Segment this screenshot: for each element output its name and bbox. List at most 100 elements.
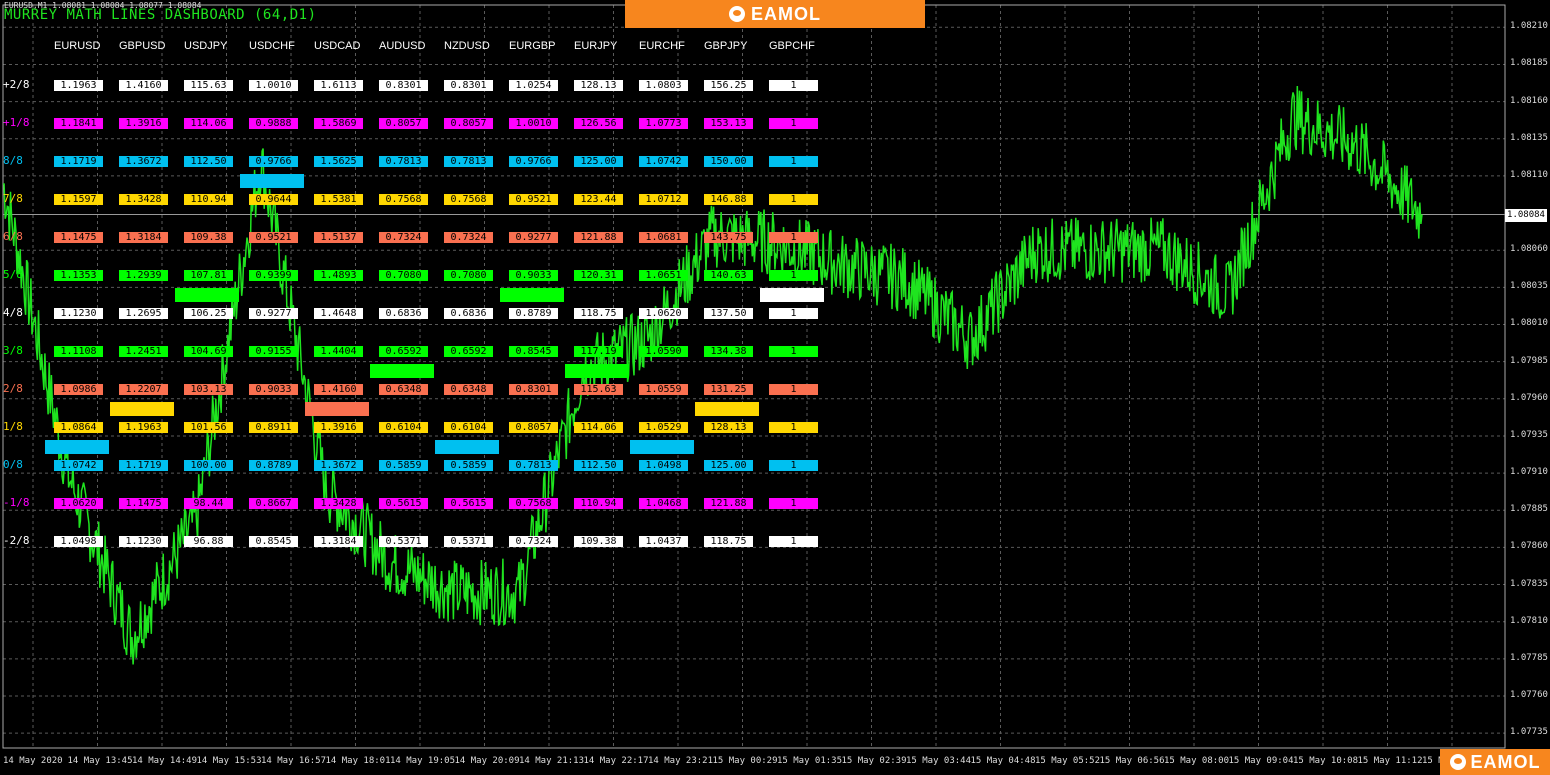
level-value-cell: 0.6348 [379, 384, 428, 395]
level-value-cell: 1.2695 [119, 308, 168, 319]
price-tick-label: 1.07785 [1510, 652, 1548, 663]
time-tick-label: 14 May 15:53 [196, 756, 262, 766]
level-value-cell: 1.1597 [54, 194, 103, 205]
price-tick-label: 1.08185 [1510, 58, 1548, 69]
level-value-cell: 1.0498 [54, 536, 103, 547]
price-tick-label: 1.07910 [1510, 467, 1548, 478]
time-tick-label: 14 May 14:49 [132, 756, 198, 766]
price-tick-label: 1.07860 [1510, 541, 1548, 552]
price-tick-label: 1.07985 [1510, 355, 1548, 366]
current-price-marker [110, 402, 174, 416]
level-value-cell: 0.5615 [379, 498, 428, 509]
level-value-cell: 1.1230 [119, 536, 168, 547]
brand-banner-top[interactable]: EAMOL [625, 0, 925, 28]
level-value-cell: 114.06 [574, 422, 623, 433]
time-tick-label: 15 May 04:48 [970, 756, 1036, 766]
level-value-cell: 1 [769, 232, 818, 243]
level-value-cell: 114.06 [184, 118, 233, 129]
level-value-cell: 0.7813 [509, 460, 558, 471]
current-price-marker [175, 288, 239, 302]
level-value-cell: 0.7080 [444, 270, 493, 281]
level-value-cell: 1 [769, 422, 818, 433]
level-value-cell: 150.00 [704, 156, 753, 167]
level-value-cell: 1.1475 [119, 498, 168, 509]
level-label: 4/8 [3, 306, 23, 319]
level-value-cell: 121.88 [574, 232, 623, 243]
time-tick-label: 15 May 10:08 [1293, 756, 1359, 766]
time-tick-label: 14 May 20:09 [454, 756, 520, 766]
current-price-marker [370, 364, 434, 378]
level-value-cell: 1.1108 [54, 346, 103, 357]
time-tick-label: 15 May 01:35 [777, 756, 843, 766]
level-value-cell: 0.9155 [249, 346, 298, 357]
level-value-cell: 1.1230 [54, 308, 103, 319]
symbol-header: USDCHF [249, 40, 295, 52]
level-value-cell: 1.1841 [54, 118, 103, 129]
level-value-cell: 1.5137 [314, 232, 363, 243]
level-value-cell: 1.0742 [639, 156, 688, 167]
level-value-cell: 0.7324 [509, 536, 558, 547]
time-tick-label: 14 May 2020 [3, 756, 63, 766]
level-value-cell: 0.9277 [249, 308, 298, 319]
level-value-cell: 1.0986 [54, 384, 103, 395]
current-price-marker [630, 440, 694, 454]
price-tick-label: 1.08060 [1510, 244, 1548, 255]
level-value-cell: 0.9766 [249, 156, 298, 167]
level-value-cell: 115.63 [184, 80, 233, 91]
level-value-cell: 1 [769, 384, 818, 395]
level-value-cell: 0.8911 [249, 422, 298, 433]
symbol-header: USDCAD [314, 40, 361, 52]
level-value-cell: 1 [769, 156, 818, 167]
level-label: +1/8 [3, 116, 30, 129]
price-tick-label: 1.07885 [1510, 504, 1548, 515]
time-tick-label: 15 May 02:39 [841, 756, 907, 766]
level-value-cell: 1.3428 [119, 194, 168, 205]
level-value-cell: 1.0559 [639, 384, 688, 395]
time-tick-label: 14 May 22:17 [583, 756, 649, 766]
level-label: +2/8 [3, 78, 30, 91]
level-value-cell: 0.6348 [444, 384, 493, 395]
level-value-cell: 1 [769, 194, 818, 205]
time-tick-label: 15 May 03:44 [906, 756, 972, 766]
level-value-cell: 96.88 [184, 536, 233, 547]
level-value-cell: 0.8057 [444, 118, 493, 129]
level-value-cell: 125.00 [704, 460, 753, 471]
level-value-cell: 153.13 [704, 118, 753, 129]
level-value-cell: 104.69 [184, 346, 233, 357]
level-value-cell: 0.7324 [444, 232, 493, 243]
level-value-cell: 0.7813 [444, 156, 493, 167]
level-value-cell: 1.0803 [639, 80, 688, 91]
level-value-cell: 1.0742 [54, 460, 103, 471]
plot-border [2, 4, 1506, 749]
level-value-cell: 101.56 [184, 422, 233, 433]
level-value-cell: 118.75 [574, 308, 623, 319]
time-tick-label: 15 May 00:29 [712, 756, 778, 766]
level-value-cell: 1.0620 [54, 498, 103, 509]
level-value-cell: 0.6592 [379, 346, 428, 357]
brand-banner-bottom[interactable]: EAMOL [1440, 749, 1550, 775]
level-value-cell: 0.8057 [509, 422, 558, 433]
level-value-cell: 0.9033 [249, 384, 298, 395]
brand-logo-icon [729, 6, 745, 22]
level-value-cell: 115.63 [574, 384, 623, 395]
symbol-header: EURJPY [574, 40, 618, 52]
level-value-cell: 1.3184 [119, 232, 168, 243]
level-value-cell: 0.5859 [444, 460, 493, 471]
brand-name: EAMOL [1470, 751, 1541, 772]
level-value-cell: 0.5859 [379, 460, 428, 471]
level-value-cell: 1.0651 [639, 270, 688, 281]
time-tick-label: 15 May 09:04 [1228, 756, 1294, 766]
level-value-cell: 1.3672 [314, 460, 363, 471]
level-value-cell: 0.7568 [509, 498, 558, 509]
level-value-cell: 1.4648 [314, 308, 363, 319]
level-value-cell: 112.50 [574, 460, 623, 471]
level-value-cell: 1.1963 [119, 422, 168, 433]
price-tick-label: 1.07835 [1510, 578, 1548, 589]
current-price-marker [695, 402, 759, 416]
level-value-cell: 103.13 [184, 384, 233, 395]
level-value-cell: 110.94 [184, 194, 233, 205]
current-price-marker [435, 440, 499, 454]
level-value-cell: 0.7080 [379, 270, 428, 281]
level-value-cell: 1.4160 [314, 384, 363, 395]
level-value-cell: 121.88 [704, 498, 753, 509]
